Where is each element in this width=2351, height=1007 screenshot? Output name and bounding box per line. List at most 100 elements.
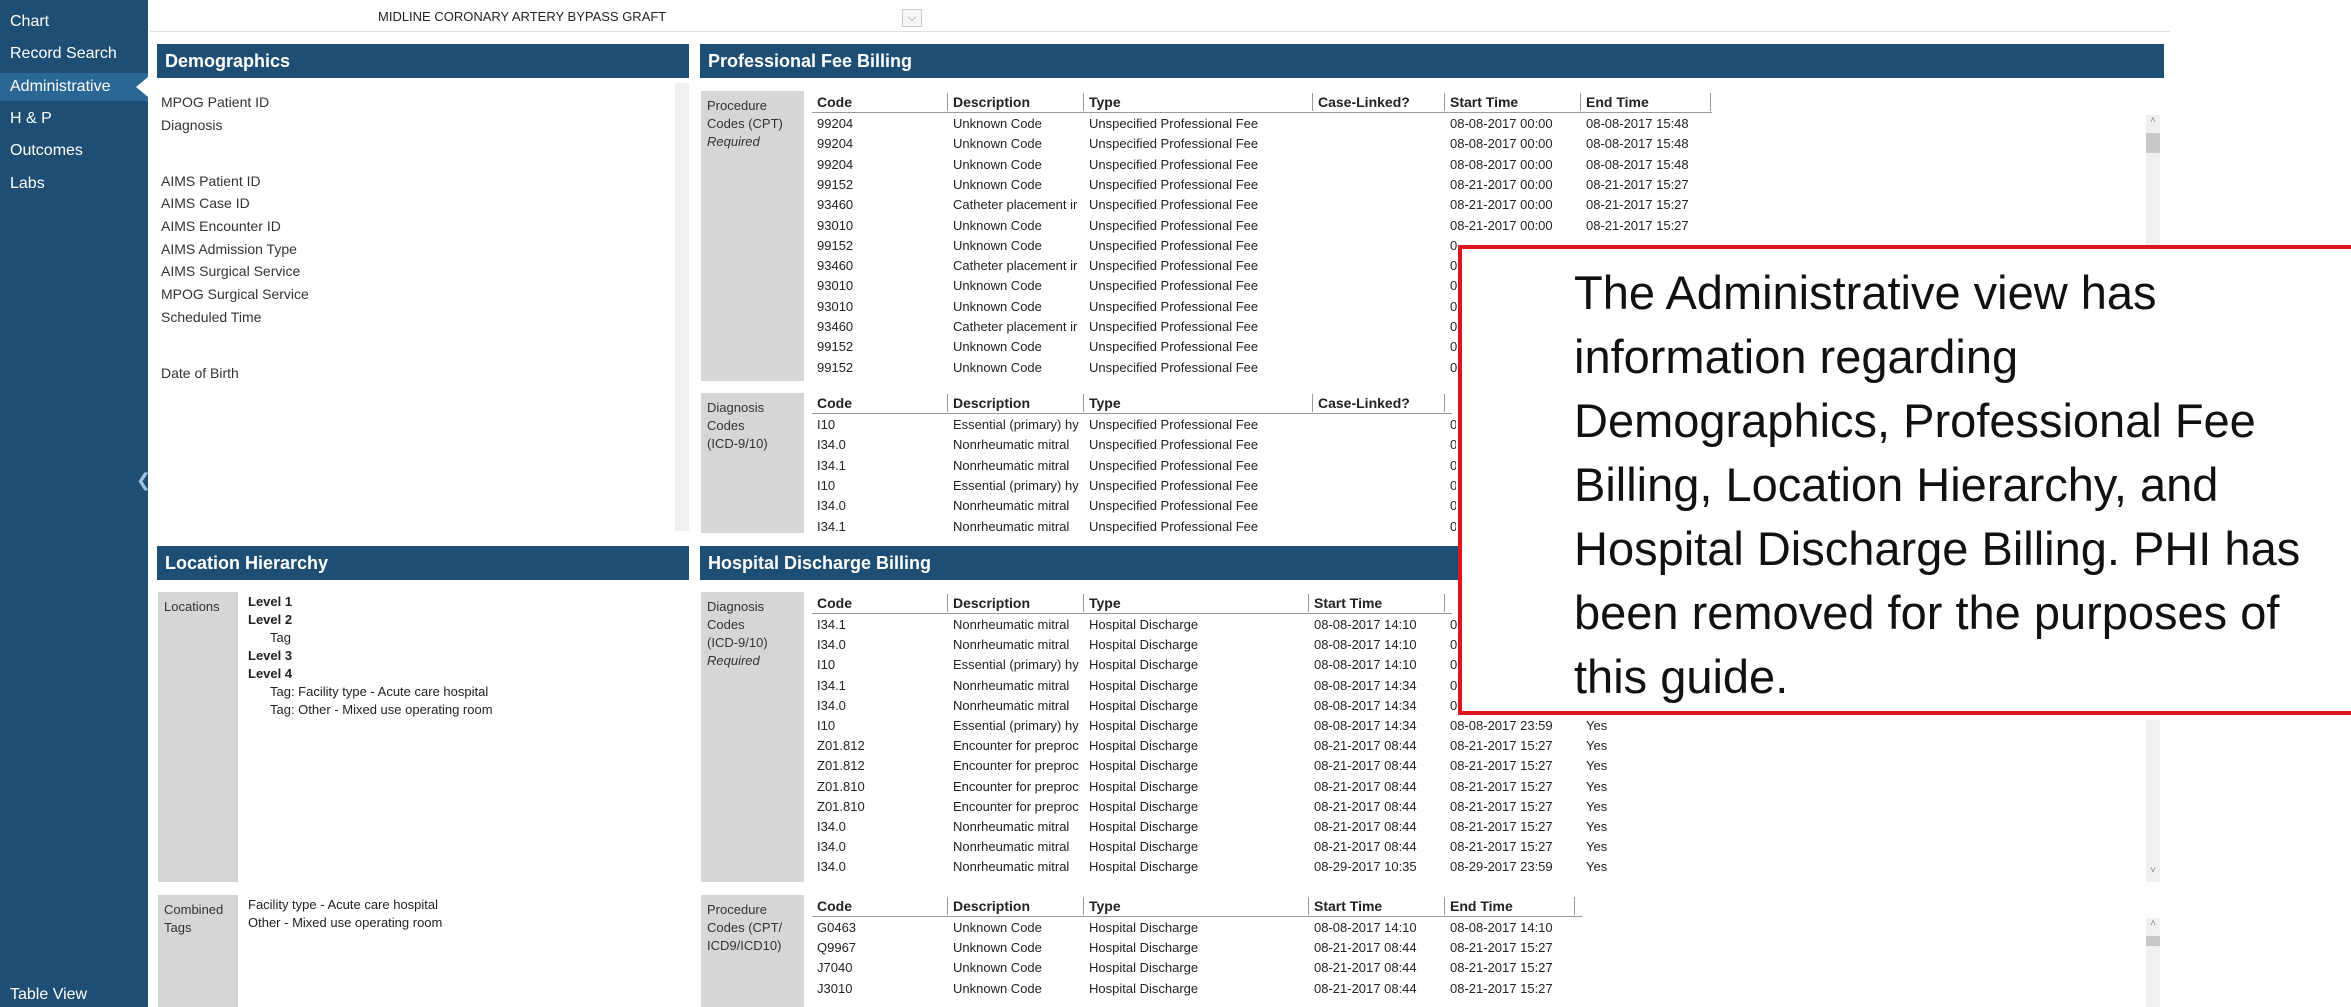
column-separator[interactable] bbox=[1312, 394, 1313, 412]
demo-label-scheduled-time: Scheduled Time bbox=[161, 309, 262, 325]
pfb-diagnosis-col-header[interactable]: Case-Linked? bbox=[1318, 395, 1410, 411]
column-separator[interactable] bbox=[1083, 93, 1084, 111]
scroll-up-icon[interactable]: ˄ bbox=[2146, 115, 2160, 126]
hdb-procedure-col-header[interactable]: Description bbox=[953, 898, 1030, 914]
sidebar-item-record-search[interactable]: Record Search bbox=[10, 45, 117, 63]
column-separator[interactable] bbox=[1444, 897, 1445, 915]
hdb-diagnosis-cell: Encounter for preproc bbox=[953, 798, 1079, 814]
hdb-procedure-cell: Hospital Discharge bbox=[1089, 940, 1199, 956]
hdb-diagnosis-cell: 08-08-2017 23:59 bbox=[1450, 718, 1553, 733]
hdb-diagnosis-col-header[interactable]: Start Time bbox=[1314, 595, 1382, 611]
hdb-diagnosis-cell: Z01.812 bbox=[817, 758, 865, 774]
hdb-procedure-scrollbar[interactable]: ˄ bbox=[2146, 918, 2160, 1007]
hdb-required-label: Required bbox=[707, 653, 760, 668]
pfb-diagnosis-cell: I34.1 bbox=[817, 457, 846, 473]
column-separator[interactable] bbox=[947, 394, 948, 412]
column-separator[interactable] bbox=[1312, 93, 1313, 111]
pfb-diagnosis-col-header[interactable]: Type bbox=[1089, 395, 1121, 411]
chevron-left-icon[interactable]: ❮ bbox=[136, 470, 151, 491]
column-separator[interactable] bbox=[1574, 897, 1575, 915]
pfb-procedure-cell: Unknown Code bbox=[953, 237, 1042, 253]
column-separator[interactable] bbox=[947, 897, 948, 915]
pfb-procedure-col-header[interactable]: Type bbox=[1089, 94, 1121, 110]
procedure-selector[interactable]: MIDLINE CORONARY ARTERY BYPASS GRAFT ⌵ bbox=[150, 5, 2170, 29]
hdb-diagnosis-col-header[interactable]: Code bbox=[817, 595, 852, 611]
pfb-procedure-col-header[interactable]: Description bbox=[953, 94, 1030, 110]
table-view-button[interactable]: Table View bbox=[10, 986, 87, 1004]
location-tag: Tag: Other - Mixed use operating room bbox=[270, 702, 493, 717]
hdb-procedure-col-header[interactable]: Start Time bbox=[1314, 898, 1382, 914]
hdb-procedure-cell: 08-21-2017 15:27 bbox=[1450, 980, 1553, 996]
sidebar-item-chart[interactable]: Chart bbox=[10, 13, 49, 31]
pfb-procedure-cell: 08-08-2017 00:00 bbox=[1450, 156, 1553, 172]
sidebar-item-labs[interactable]: Labs bbox=[10, 175, 45, 193]
column-separator[interactable] bbox=[1083, 594, 1084, 612]
hdb-diagnosis-cell: Nonrheumatic mitral bbox=[953, 617, 1070, 632]
column-separator[interactable] bbox=[947, 93, 948, 111]
sidebar-item-h-and-p[interactable]: H & P bbox=[10, 110, 52, 128]
sidebar-item-outcomes[interactable]: Outcomes bbox=[10, 142, 83, 160]
pfb-diagnosis-col-header[interactable]: Description bbox=[953, 395, 1030, 411]
column-separator[interactable] bbox=[1308, 897, 1309, 915]
hdb-diagnosis-col-header[interactable]: Description bbox=[953, 595, 1030, 611]
pfb-procedure-cell: 99152 bbox=[817, 176, 854, 192]
hdb-procedure-cell: Unknown Code bbox=[953, 960, 1042, 976]
demographics-scrollbar[interactable] bbox=[675, 83, 689, 531]
sidebar-item-administrative[interactable]: Administrative bbox=[10, 78, 110, 96]
callout-text: The Administrative view has information … bbox=[1574, 266, 2301, 703]
hdb-diagnosis-cell: Z01.812 bbox=[817, 738, 865, 754]
column-separator[interactable] bbox=[1580, 93, 1581, 111]
scroll-thumb[interactable] bbox=[2146, 133, 2160, 153]
hdb-diagnosis-cell: Hospital Discharge bbox=[1089, 617, 1199, 632]
pfb-diagnosis-cell: Unspecified Professional Fee bbox=[1089, 417, 1259, 432]
hdb-diagnosis-cell: 08-21-2017 15:27 bbox=[1450, 738, 1553, 754]
column-separator[interactable] bbox=[1444, 394, 1445, 412]
hdb-procedure-col-header[interactable]: Type bbox=[1089, 898, 1121, 914]
hdb-diagnosis-cell: Nonrheumatic mitral bbox=[953, 839, 1070, 855]
pfb-diagnosis-cell: I10 bbox=[817, 417, 836, 432]
hdb-diagnosis-cell: 08-21-2017 15:27 bbox=[1450, 839, 1553, 855]
hdb-procedure-cell: Unknown Code bbox=[953, 920, 1042, 935]
column-separator[interactable] bbox=[1308, 594, 1309, 612]
pfb-procedure-cell: Catheter placement ir bbox=[953, 258, 1078, 274]
column-separator[interactable] bbox=[1083, 394, 1084, 412]
hdb-diagnosis-col-header[interactable]: Type bbox=[1089, 595, 1121, 611]
hdb-diagnosis-scrollbar[interactable]: ˅ bbox=[2146, 720, 2160, 882]
chevron-down-icon[interactable]: ⌵ bbox=[902, 9, 922, 27]
scroll-thumb[interactable] bbox=[2146, 936, 2160, 946]
active-nav-pointer bbox=[136, 77, 148, 97]
hdb-diagnosis-cell: Essential (primary) hy bbox=[953, 657, 1079, 673]
hdb-procedure-cell: Unknown Code bbox=[953, 980, 1042, 996]
pfb-diagnosis-label-line3: (ICD-9/10) bbox=[707, 436, 768, 451]
pfb-procedure-col-header[interactable]: Case-Linked? bbox=[1318, 94, 1410, 110]
pfb-procedure-cell: 08-08-2017 00:00 bbox=[1450, 116, 1553, 131]
pfb-procedure-cell: Unknown Code bbox=[953, 339, 1042, 355]
pfb-procedure-cell: 08-08-2017 00:00 bbox=[1450, 136, 1553, 152]
location-tag: Tag bbox=[270, 630, 291, 645]
hdb-procedure-col-header[interactable]: End Time bbox=[1450, 898, 1513, 914]
scroll-down-icon[interactable]: ˅ bbox=[2146, 865, 2160, 876]
locations-label-text: Locations bbox=[164, 599, 220, 614]
pfb-procedure-cell: Unknown Code bbox=[953, 136, 1042, 152]
hdb-procedure-cell: Q9967 bbox=[817, 940, 857, 956]
hdb-diagnosis-cell: 08-08-2017 14:34 bbox=[1314, 718, 1417, 733]
pfb-procedure-col-header[interactable]: End Time bbox=[1586, 94, 1649, 110]
hdb-procedure-col-header[interactable]: Code bbox=[817, 898, 852, 914]
column-separator[interactable] bbox=[1710, 93, 1711, 111]
pfb-procedure-col-header[interactable]: Code bbox=[817, 94, 852, 110]
pfb-procedure-col-header[interactable]: Start Time bbox=[1450, 94, 1518, 110]
pfb-diagnosis-col-header[interactable]: Code bbox=[817, 395, 852, 411]
hdb-diagnosis-cell: Z01.810 bbox=[817, 778, 865, 794]
hdb-diagnosis-cell: Hospital Discharge bbox=[1089, 738, 1199, 754]
hdb-diagnosis-cell: 08-21-2017 08:44 bbox=[1314, 839, 1417, 855]
scroll-up-icon[interactable]: ˄ bbox=[2146, 918, 2160, 929]
column-separator[interactable] bbox=[947, 594, 948, 612]
pfb-diagnosis-cell: 0 bbox=[1450, 457, 1456, 473]
column-separator[interactable] bbox=[1083, 897, 1084, 915]
pfb-diagnosis-codes-label: Diagnosis Codes (ICD-9/10) bbox=[701, 393, 804, 533]
column-separator[interactable] bbox=[1444, 594, 1445, 612]
pfb-procedure-cell: Unknown Code bbox=[953, 217, 1042, 233]
column-separator[interactable] bbox=[1444, 93, 1445, 111]
procedure-codes-label: Procedure Codes (CPT) Required bbox=[701, 91, 804, 381]
hdb-diagnosis-cell: Yes bbox=[1586, 758, 1608, 774]
